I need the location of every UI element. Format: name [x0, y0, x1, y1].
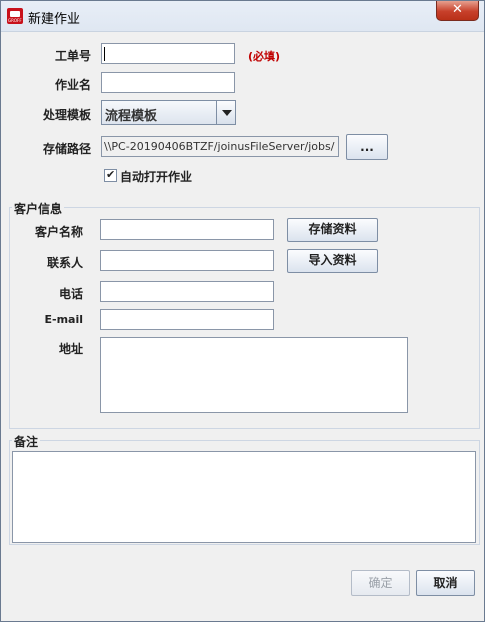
path-field: \\PC-20190406BTZF/joinusFileServer/jobs/ — [101, 136, 339, 157]
contact-label: 联系人 — [46, 256, 83, 270]
auto-open-checkbox[interactable] — [104, 168, 117, 182]
required-hint: (必填) — [248, 50, 281, 63]
customer-name-input[interactable] — [100, 219, 274, 240]
dialog-content: 工单号 (必填) 作业名 处理模板 流程模板 存储路径 \\PC-2019040… — [5, 32, 482, 619]
customer-name-label: 客户名称 — [34, 225, 83, 239]
job-name-label: 作业名 — [54, 78, 91, 92]
browse-button[interactable]: ... — [346, 134, 388, 160]
customer-info-title: 客户信息 — [12, 200, 65, 217]
order-no-label: 工单号 — [54, 49, 91, 63]
chevron-down-icon[interactable] — [216, 101, 235, 124]
address-textarea[interactable] — [100, 337, 408, 413]
template-select-value: 流程模板 — [105, 109, 158, 124]
ok-button[interactable]: 确定 — [351, 570, 410, 596]
contact-input[interactable] — [100, 250, 274, 271]
new-job-dialog: 新建作业 ✕ 工单号 (必填) 作业名 处理模板 流程模板 存储路径 \\PC-… — [0, 0, 485, 622]
email-input[interactable] — [100, 309, 274, 330]
order-no-input[interactable] — [101, 43, 235, 64]
auto-open-label[interactable]: 自动打开作业 — [120, 168, 192, 185]
template-select[interactable]: 流程模板 — [101, 100, 236, 125]
app-logo-icon — [7, 8, 23, 24]
import-info-button[interactable]: 导入资料 — [287, 249, 378, 273]
close-button[interactable]: ✕ — [436, 1, 479, 21]
job-name-input[interactable] — [101, 72, 235, 93]
title-bar: 新建作业 ✕ — [1, 1, 484, 32]
path-label: 存储路径 — [42, 142, 91, 156]
phone-label: 电话 — [58, 287, 83, 301]
notes-textarea[interactable] — [12, 451, 476, 543]
notes-title: 备注 — [12, 433, 41, 450]
save-info-button[interactable]: 存储资料 — [287, 218, 378, 242]
window-title: 新建作业 — [28, 12, 81, 27]
text-caret — [104, 47, 105, 61]
cancel-button[interactable]: 取消 — [416, 570, 475, 596]
address-label: 地址 — [58, 342, 83, 356]
template-label: 处理模板 — [42, 108, 91, 122]
email-label: E-mail — [44, 313, 83, 326]
phone-input[interactable] — [100, 281, 274, 302]
